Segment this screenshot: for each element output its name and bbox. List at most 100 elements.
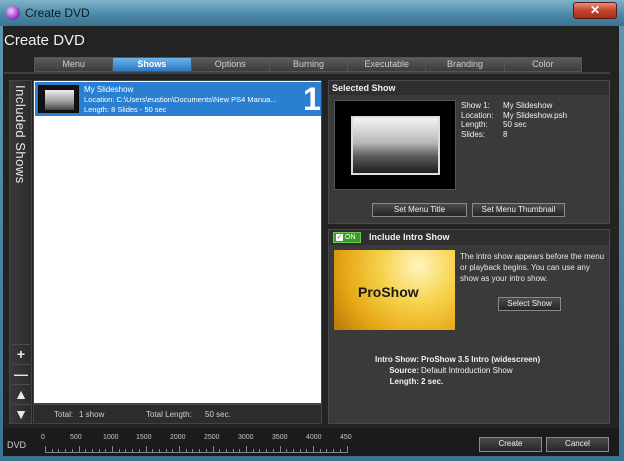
move-down-button[interactable]: ▼ bbox=[12, 404, 30, 422]
ruler-tick bbox=[259, 449, 261, 453]
ruler-tick bbox=[333, 449, 335, 453]
ruler-tick bbox=[219, 449, 221, 453]
show-key: Show 1: bbox=[461, 101, 490, 110]
window-title: Create DVD bbox=[25, 6, 90, 20]
ruler-tick bbox=[239, 449, 241, 453]
close-button[interactable]: ✕ bbox=[573, 2, 617, 19]
show-length: Length: 8 Slides - 50 sec bbox=[84, 105, 167, 114]
intro-source-value: Default Introduction Show bbox=[421, 366, 513, 375]
ruler-tick bbox=[112, 446, 113, 453]
checkbox-icon: ✓ bbox=[336, 233, 343, 241]
intro-length-value: 2 sec. bbox=[421, 377, 444, 386]
intro-source-key: Source: bbox=[389, 366, 419, 375]
show-number: 1 bbox=[303, 81, 321, 117]
ruler-tick bbox=[71, 449, 73, 453]
ruler-tick bbox=[98, 449, 100, 453]
ruler-tick bbox=[225, 449, 227, 453]
ruler-tick bbox=[145, 446, 147, 453]
ruler-label: 3500 bbox=[272, 434, 288, 441]
ruler-tick bbox=[272, 449, 274, 453]
ruler-tick bbox=[45, 446, 46, 453]
ruler-tick bbox=[152, 449, 154, 453]
ruler-tick bbox=[91, 449, 93, 453]
window-titlebar: Create DVD ✕ bbox=[0, 0, 624, 26]
dialog-title: Create DVD bbox=[4, 32, 85, 49]
intro-show-header-bar: ✓ ON Include Intro Show bbox=[329, 230, 609, 245]
ruler-tick bbox=[232, 449, 234, 453]
selected-show-header: Selected Show bbox=[329, 81, 609, 95]
show-thumbnail bbox=[38, 85, 79, 113]
ruler-tick bbox=[165, 449, 167, 453]
ruler-tick bbox=[125, 449, 127, 453]
location-value: My Slideshow.psh bbox=[503, 110, 568, 120]
tab-menu[interactable]: Menu bbox=[34, 57, 113, 72]
ruler-tick bbox=[292, 449, 294, 453]
selected-show-values: My Slideshow My Slideshow.psh 50 sec 8 bbox=[503, 101, 567, 139]
capacity-ruler bbox=[45, 443, 348, 455]
ruler-tick bbox=[246, 446, 247, 453]
ruler-tick bbox=[299, 449, 301, 453]
select-show-button[interactable]: Select Show bbox=[498, 297, 561, 311]
tab-divider bbox=[4, 72, 610, 74]
ruler-tick bbox=[185, 449, 187, 453]
cancel-button[interactable]: Cancel bbox=[546, 437, 609, 452]
ruler-label: 3000 bbox=[238, 434, 254, 441]
tab-branding[interactable]: Branding bbox=[425, 57, 504, 72]
intro-length-key: Length: bbox=[389, 377, 419, 386]
ruler-tick bbox=[212, 446, 214, 453]
selected-show-panel: Selected Show Show 1: Location: Length: … bbox=[328, 80, 610, 224]
slides-value: 8 bbox=[503, 129, 508, 139]
toggle-label: ON bbox=[345, 234, 356, 241]
ruler-tick bbox=[179, 446, 180, 453]
ruler-label: 500 bbox=[70, 434, 82, 441]
tab-burning[interactable]: Burning bbox=[268, 57, 348, 72]
ruler-tick bbox=[252, 449, 254, 453]
remove-show-button[interactable]: — bbox=[12, 364, 30, 382]
ruler-tick bbox=[105, 449, 107, 453]
slides-key: Slides: bbox=[461, 129, 486, 139]
ruler-tick bbox=[158, 449, 160, 453]
tab-options[interactable]: Options bbox=[190, 57, 269, 72]
set-menu-title-button[interactable]: Set Menu Title bbox=[372, 203, 467, 217]
add-show-button[interactable]: + bbox=[12, 344, 30, 362]
intro-show-panel: ✓ ON Include Intro Show ProShow The intro… bbox=[328, 229, 610, 424]
ruler-tick bbox=[138, 449, 140, 453]
set-menu-thumbnail-button[interactable]: Set Menu Thumbnail bbox=[472, 203, 565, 217]
tab-shows[interactable]: Shows bbox=[112, 57, 191, 72]
show-location: Location: C:\Users\eustion\Documents\New… bbox=[84, 95, 277, 104]
tab-color[interactable]: Color bbox=[503, 57, 582, 72]
total-label: Total: bbox=[54, 410, 74, 419]
included-shows-sidebar: Included Shows + — ▲ ▼ bbox=[9, 80, 32, 424]
ruler-tick bbox=[199, 449, 201, 453]
intro-show-value: ProShow 3.5 Intro (widescreen) bbox=[421, 355, 541, 364]
dvd-capacity-label: DVD bbox=[7, 440, 27, 450]
intro-description: The intro show appears before the menu o… bbox=[460, 252, 605, 283]
intro-info-keys: Intro Show: Source: Length: bbox=[359, 354, 419, 387]
ruler-tick bbox=[286, 449, 288, 453]
ruler-tick bbox=[132, 449, 134, 453]
ruler-tick bbox=[85, 449, 87, 453]
tab-executable[interactable]: Executable bbox=[347, 57, 426, 72]
intro-on-toggle[interactable]: ✓ ON bbox=[333, 232, 361, 243]
ruler-tick bbox=[346, 446, 348, 453]
ruler-label: 450 bbox=[340, 434, 352, 441]
ruler-tick bbox=[58, 449, 60, 453]
tab-bar: Menu Shows Options Burning Executable Br… bbox=[34, 57, 582, 72]
move-up-button[interactable]: ▲ bbox=[12, 384, 30, 402]
ruler-tick bbox=[319, 449, 321, 453]
ruler-label: 1000 bbox=[103, 434, 119, 441]
included-shows-label: Included Shows bbox=[13, 85, 28, 184]
list-item[interactable]: My Slideshow Location: C:\Users\eustion\… bbox=[35, 81, 321, 117]
ruler-label: 2500 bbox=[204, 434, 220, 441]
ruler-label: 4000 bbox=[306, 434, 322, 441]
ruler-tick bbox=[192, 449, 194, 453]
ruler-tick bbox=[313, 446, 314, 453]
intro-show-key: Intro Show: bbox=[375, 355, 419, 364]
selected-show-keys: Show 1: Location: Length: Slides: bbox=[461, 101, 501, 139]
intro-show-title: Include Intro Show bbox=[369, 232, 450, 242]
ruler-label: 2000 bbox=[170, 434, 186, 441]
total-length-label: Total Length: bbox=[146, 410, 192, 419]
show-list[interactable]: My Slideshow Location: C:\Users\eustion\… bbox=[33, 80, 322, 404]
create-button[interactable]: Create bbox=[479, 437, 542, 452]
proshow-logo: ProShow bbox=[358, 284, 419, 300]
